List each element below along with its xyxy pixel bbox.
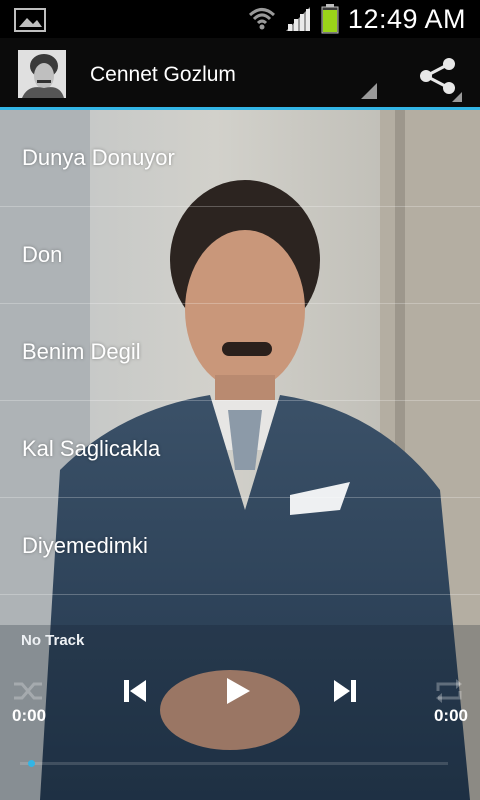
next-icon[interactable] — [332, 676, 358, 706]
now-playing-label: No Track — [21, 632, 85, 649]
track-item[interactable]: Benim Degil — [0, 304, 480, 401]
track-title: Diyemedimki — [22, 533, 148, 558]
track-item[interactable]: Dunya Donuyor — [0, 110, 480, 207]
playlist-title[interactable]: Cennet Gozlum — [90, 63, 236, 87]
action-bar: Cennet Gozlum — [0, 38, 480, 107]
wifi-icon — [248, 8, 275, 30]
dropdown-icon[interactable] — [361, 83, 377, 99]
track-item[interactable]: Don — [0, 207, 480, 304]
track-title: Don — [22, 242, 63, 267]
track-item[interactable]: Kal Saglicakla — [0, 401, 480, 498]
track-list: Dunya Donuyor Don Benim Degil Kal Saglic… — [0, 110, 480, 595]
track-title: Kal Saglicakla — [22, 436, 161, 461]
play-icon[interactable] — [224, 676, 252, 706]
status-bar: 12:49 AM — [0, 0, 480, 38]
seek-thumb[interactable] — [28, 760, 35, 767]
share-icon[interactable] — [416, 56, 462, 102]
previous-icon[interactable] — [122, 676, 148, 706]
signal-icon — [285, 7, 310, 31]
repeat-icon[interactable] — [432, 676, 466, 706]
shuffle-icon[interactable] — [12, 676, 46, 706]
elapsed-time: 0:00 — [12, 706, 47, 725]
player-panel — [0, 625, 480, 800]
battery-icon — [321, 4, 339, 34]
track-title: Dunya Donuyor — [22, 145, 175, 170]
track-item[interactable]: Diyemedimki — [0, 498, 480, 595]
album-art[interactable] — [18, 50, 66, 98]
total-time: 0:00 — [433, 706, 468, 725]
status-clock: 12:49 AM — [347, 3, 466, 34]
track-title: Benim Degil — [22, 339, 141, 364]
seek-bar[interactable] — [20, 762, 448, 765]
album-art-image — [18, 50, 66, 98]
gallery-icon — [14, 8, 46, 32]
